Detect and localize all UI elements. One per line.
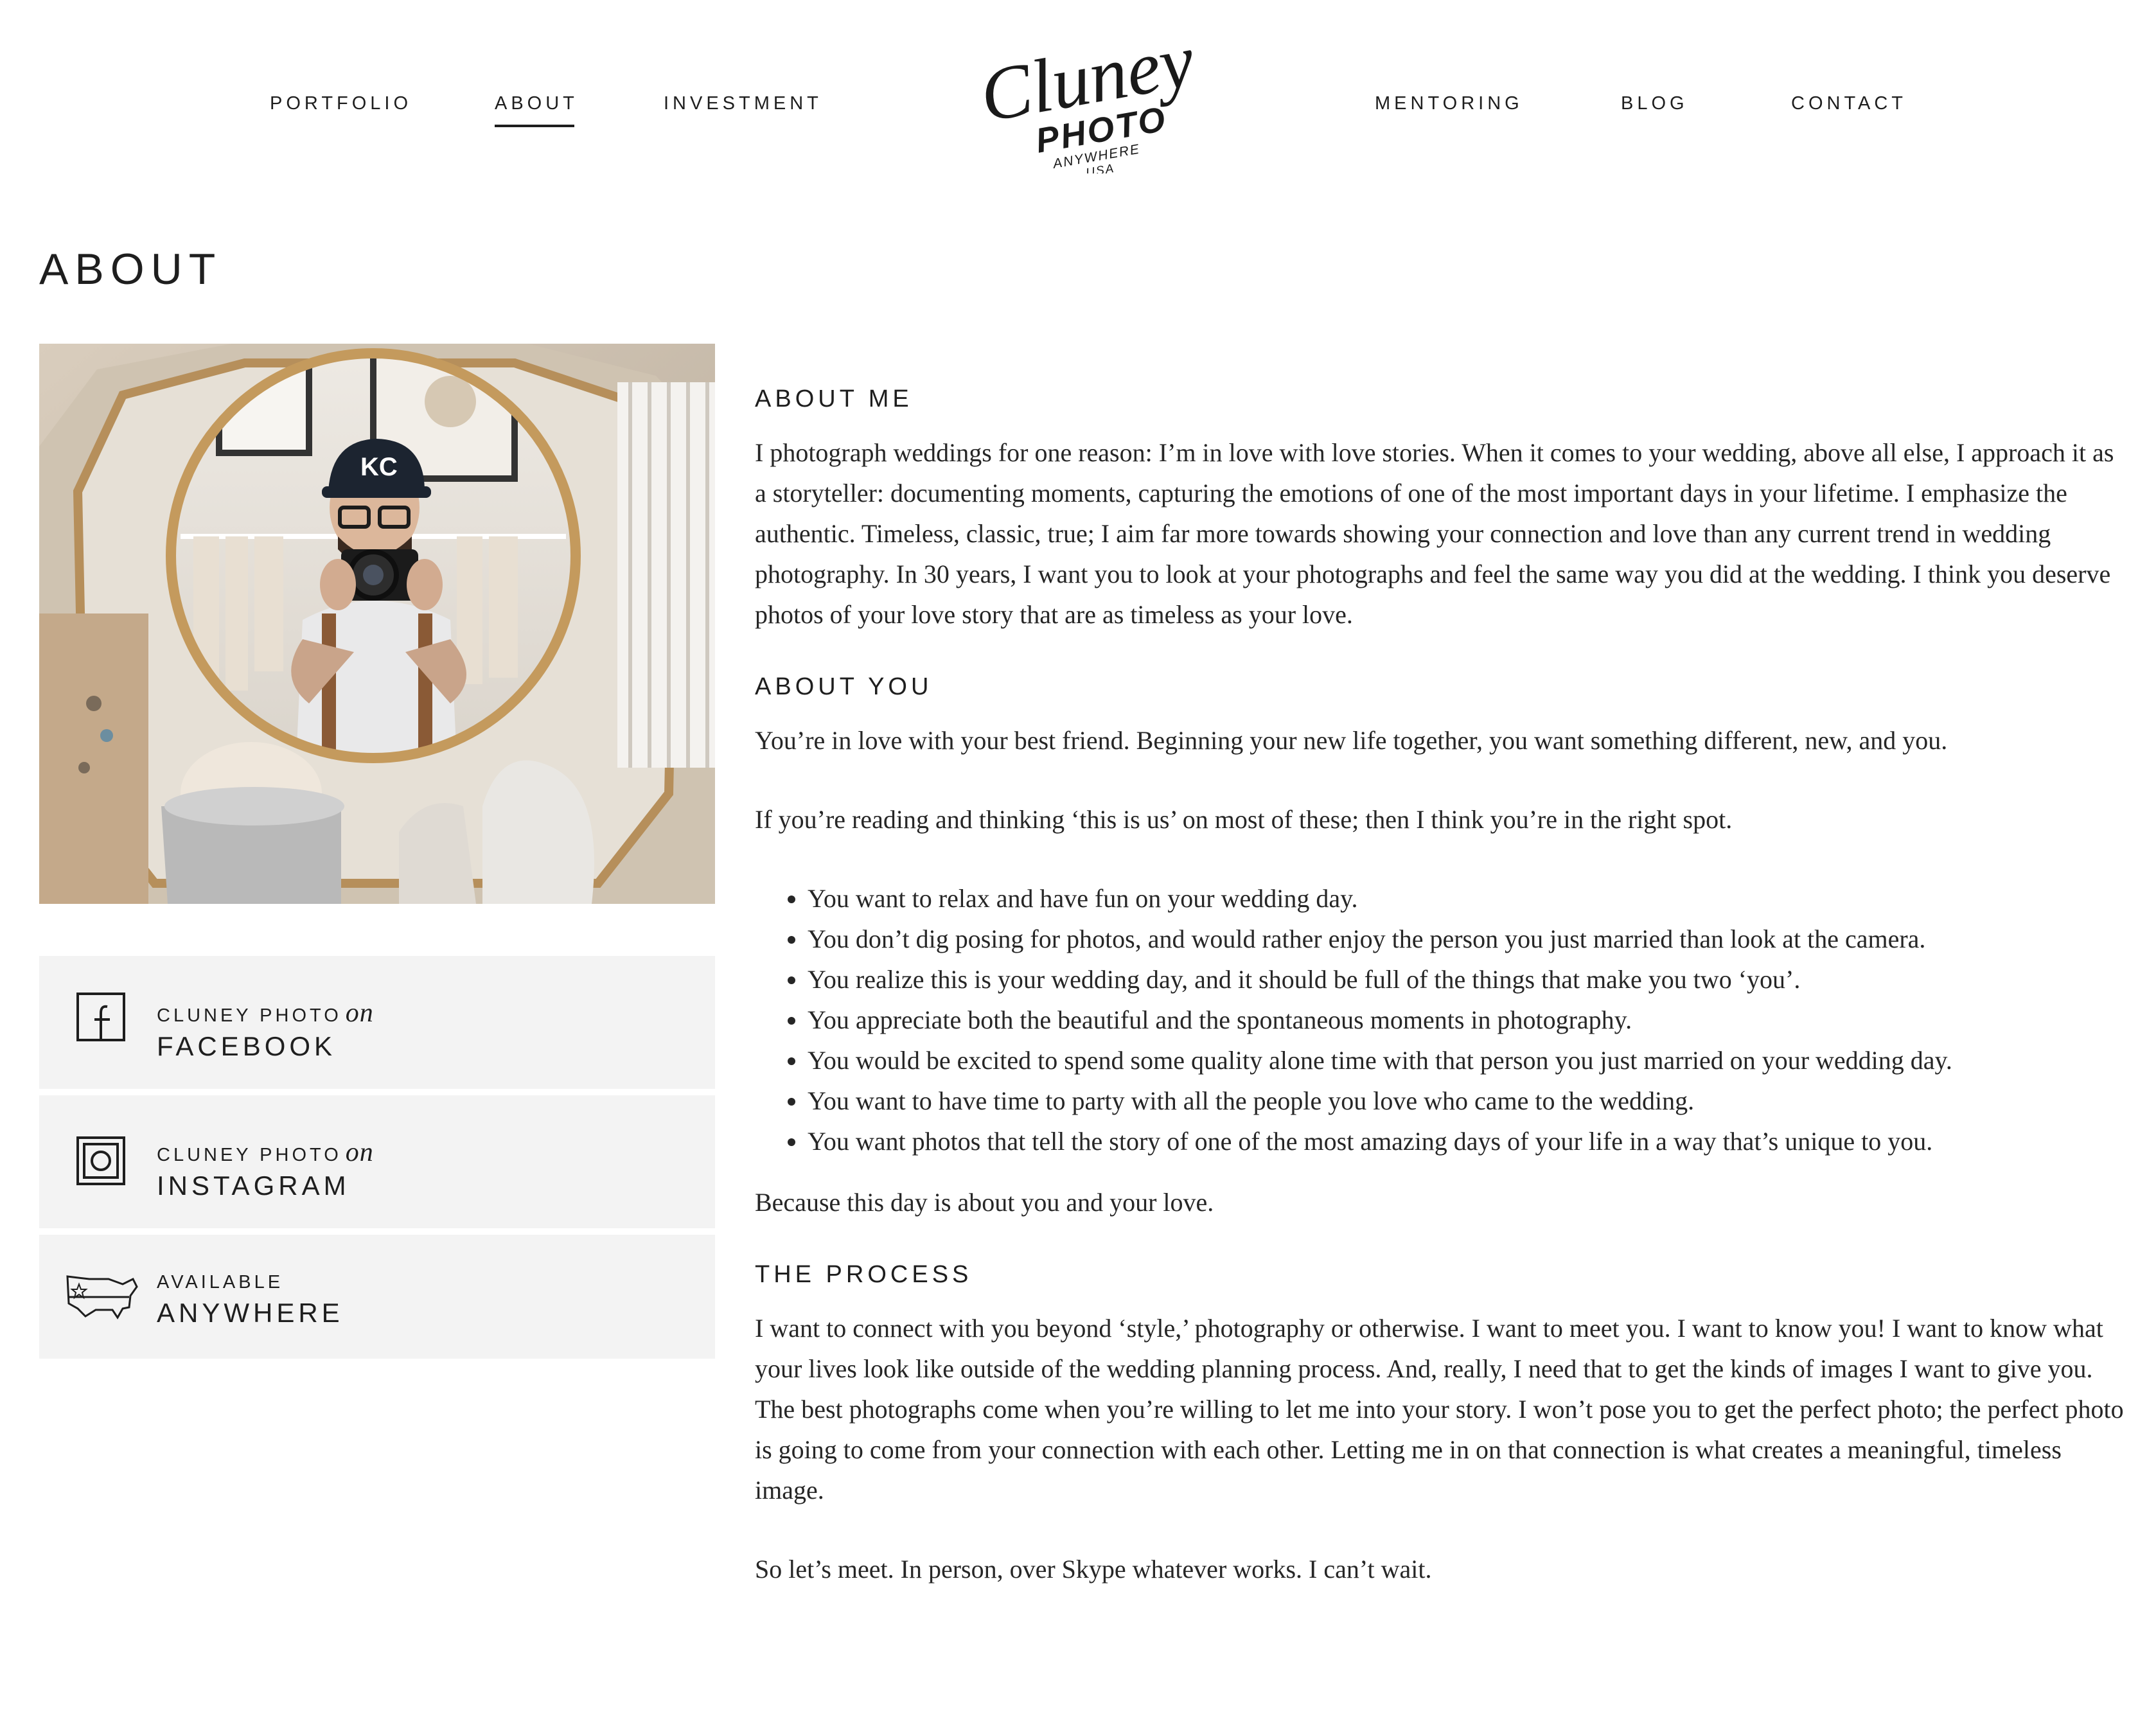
about-you-reading: If you’re reading and thinking ‘this is …: [755, 805, 1733, 834]
about-you-intro: You’re in love with your best friend. Be…: [755, 726, 1948, 755]
about-you-list: You want to relax and have fun on your w…: [755, 878, 2130, 1161]
nav-contact[interactable]: CONTACT: [1791, 93, 1907, 114]
list-item: You would be excited to spend some quali…: [808, 1040, 2130, 1081]
facebook-card-title: FACEBOOK: [157, 1031, 337, 1061]
site-header: PORTFOLIO ABOUT INVESTMENT Cluney PHOTO …: [0, 0, 2156, 193]
page-title: ABOUT: [39, 245, 222, 294]
usa-map-icon: [64, 1270, 138, 1341]
facebook-card[interactable]: CLUNEY PHOTO on FACEBOOK: [39, 956, 715, 1089]
list-item: You realize this is your wedding day, an…: [808, 959, 2130, 1000]
about-you-heading: ABOUT YOU: [755, 673, 933, 700]
process-heading: THE PROCESS: [755, 1261, 973, 1288]
facebook-card-brand: CLUNEY PHOTO: [157, 1005, 342, 1026]
instagram-card-brand: CLUNEY PHOTO: [157, 1145, 342, 1165]
nav-investment[interactable]: INVESTMENT: [664, 93, 822, 114]
nav-blog[interactable]: BLOG: [1621, 93, 1688, 114]
nav-about[interactable]: ABOUT: [495, 93, 578, 127]
nav-portfolio[interactable]: PORTFOLIO: [270, 93, 412, 114]
list-item: You don’t dig posing for photos, and wou…: [808, 919, 2130, 959]
list-item: You want to have time to party with all …: [808, 1081, 2130, 1121]
facebook-icon: [75, 991, 146, 1062]
cap-logo-text: KC: [360, 453, 398, 481]
instagram-icon: [75, 1135, 146, 1206]
list-item: You want photos that tell the story of o…: [808, 1121, 2130, 1161]
availability-card-label: AVAILABLE: [157, 1272, 284, 1293]
process-closing: So let’s meet. In person, over Skype wha…: [755, 1555, 1432, 1584]
about-you-closing: Because this day is about you and your l…: [755, 1188, 1214, 1217]
list-item: You want to relax and have fun on your w…: [808, 878, 2130, 919]
instagram-card-on: on: [345, 1138, 374, 1167]
instagram-card-title: INSTAGRAM: [157, 1170, 350, 1201]
facebook-card-label: CLUNEY PHOTO on: [157, 998, 374, 1028]
instagram-card[interactable]: CLUNEY PHOTO on INSTAGRAM: [39, 1095, 715, 1228]
list-item: You appreciate both the beautiful and th…: [808, 1000, 2130, 1040]
process-body: I want to connect with you beyond ‘style…: [755, 1314, 2124, 1505]
cluney-photo-logo: Cluney PHOTO ANYWHERE USA: [974, 18, 1201, 180]
site-logo[interactable]: Cluney PHOTO ANYWHERE USA: [970, 18, 1214, 180]
nav-mentoring[interactable]: MENTORING: [1375, 93, 1523, 114]
about-me-heading: ABOUT ME: [755, 385, 913, 412]
about-photo: KC: [39, 344, 715, 904]
about-content: ABOUT ME I photograph weddings for one r…: [755, 385, 2130, 1589]
instagram-card-label: CLUNEY PHOTO on: [157, 1137, 374, 1168]
availability-card-title: ANYWHERE: [157, 1298, 344, 1328]
about-me-body: I photograph weddings for one reason: I’…: [755, 438, 2114, 629]
facebook-card-on: on: [345, 998, 374, 1028]
availability-card: AVAILABLE ANYWHERE: [39, 1235, 715, 1359]
